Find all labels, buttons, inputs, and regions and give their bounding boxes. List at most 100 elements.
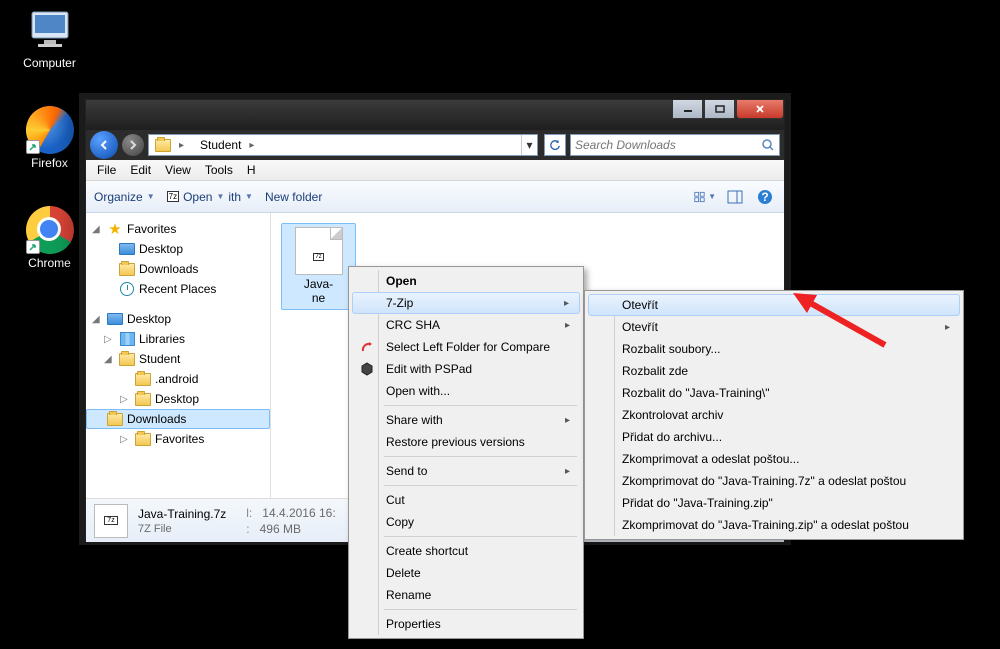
ctx-copy[interactable]: Copy (352, 511, 580, 533)
menu-help[interactable]: H (240, 161, 263, 179)
ctx-7zip[interactable]: 7-Zip▸ (352, 292, 580, 314)
preview-pane-button[interactable] (724, 186, 746, 208)
search-icon (761, 138, 775, 152)
ctx-send-to[interactable]: Send to▸ (352, 460, 580, 482)
menu-file[interactable]: File (90, 161, 123, 179)
details-date-label: l: (246, 506, 252, 520)
desktop-icon-chrome[interactable]: Chrome (12, 206, 87, 270)
nav-libraries[interactable]: ▷Libraries (86, 329, 270, 349)
sevenzip-file-icon: 7z (295, 227, 343, 275)
maximize-button[interactable] (704, 100, 735, 119)
ctx-share-with[interactable]: Share with▸ (352, 409, 580, 431)
ctx-delete[interactable]: Delete (352, 562, 580, 584)
breadcrumb[interactable]: ▸ Student▸ ▾ (148, 134, 538, 156)
ctx-7z-add-archive[interactable]: Přidat do archivu... (588, 426, 960, 448)
nav-desktop-root[interactable]: ◢Desktop (86, 309, 270, 329)
ctx-7z-open-as[interactable]: Otevřít▸ (588, 316, 960, 338)
nav-user-desktop[interactable]: ▷Desktop (86, 389, 270, 409)
nav-fav-recent[interactable]: Recent Places (86, 279, 270, 299)
chevron-right-icon: ▸ (175, 140, 188, 151)
organize-button[interactable]: Organize▼ (94, 190, 155, 204)
search-field[interactable] (575, 138, 757, 152)
view-mode-button[interactable]: ▼ (694, 186, 716, 208)
file-item-java-training[interactable]: 7z Java-ne (281, 223, 356, 310)
sevenzip-file-icon: 7z (94, 504, 128, 538)
submenu-arrow-icon: ▸ (565, 415, 570, 426)
ctx-select-left[interactable]: Select Left Folder for Compare (352, 336, 580, 358)
expand-icon[interactable]: ▷ (104, 334, 115, 345)
nav-fav-downloads[interactable]: Downloads (86, 259, 270, 279)
desktop-icon (119, 241, 135, 257)
nav-favorites[interactable]: ◢★Favorites (86, 219, 270, 239)
expand-icon[interactable]: ▷ (120, 434, 131, 445)
nav-user-favorites[interactable]: ▷Favorites (86, 429, 270, 449)
minimize-button[interactable] (672, 100, 703, 119)
details-filetype: 7Z File (138, 523, 226, 535)
ctx-pspad[interactable]: Edit with PSPad (352, 358, 580, 380)
firefox-icon (26, 106, 74, 154)
desktop-icon-firefox[interactable]: Firefox (12, 106, 87, 170)
ctx-restore[interactable]: Restore previous versions (352, 431, 580, 453)
help-button[interactable]: ? (754, 186, 776, 208)
new-folder-button[interactable]: New folder (265, 190, 322, 204)
breadcrumb-dropdown[interactable]: ▾ (521, 135, 537, 155)
open-button[interactable]: 7z Open▼ ith▼ (167, 190, 253, 204)
ctx-open-with[interactable]: Open with... (352, 380, 580, 402)
desktop-icon-computer[interactable]: Computer (12, 6, 87, 70)
expand-icon[interactable]: ▷ (120, 394, 131, 405)
breadcrumb-root[interactable]: ▸ (149, 135, 194, 155)
close-button[interactable] (736, 100, 784, 119)
collapse-icon[interactable]: ◢ (92, 314, 103, 325)
ctx-7z-test[interactable]: Zkontrolovat archiv (588, 404, 960, 426)
ctx-7z-extract-here[interactable]: Rozbalit zde (588, 360, 960, 382)
breadcrumb-segment[interactable]: Student▸ (194, 135, 264, 155)
details-size: 496 MB (260, 522, 301, 536)
ctx-properties[interactable]: Properties (352, 613, 580, 635)
shortcut-overlay-icon (26, 140, 40, 154)
toolbar: Organize▼ 7z Open▼ ith▼ New folder ▼ ? (86, 181, 784, 213)
nav-student[interactable]: ◢Student (86, 349, 270, 369)
ctx-cut[interactable]: Cut (352, 489, 580, 511)
breadcrumb-text: Student (200, 138, 241, 152)
ctx-7z-compress-email[interactable]: Zkomprimovat a odeslat poštou... (588, 448, 960, 470)
menu-tools[interactable]: Tools (198, 161, 240, 179)
collapse-icon[interactable]: ◢ (104, 354, 115, 365)
ctx-7z-extract-to[interactable]: Rozbalit do "Java-Training\" (588, 382, 960, 404)
titlebar[interactable] (86, 100, 784, 130)
ctx-create-shortcut[interactable]: Create shortcut (352, 540, 580, 562)
ctx-7z-open[interactable]: Otevřít (588, 294, 960, 316)
address-bar: ▸ Student▸ ▾ (86, 130, 784, 160)
ctx-crc[interactable]: CRC SHA▸ (352, 314, 580, 336)
forward-button[interactable] (122, 134, 144, 156)
submenu-arrow-icon: ▸ (565, 466, 570, 477)
ctx-rename[interactable]: Rename (352, 584, 580, 606)
chevron-down-icon: ▼ (245, 192, 253, 201)
folder-icon (119, 261, 135, 277)
ctx-7z-add-zip[interactable]: Přidat do "Java-Training.zip" (588, 492, 960, 514)
compare-icon (359, 339, 375, 355)
ctx-7z-extract-files[interactable]: Rozbalit soubory... (588, 338, 960, 360)
back-button[interactable] (90, 131, 118, 159)
chevron-down-icon: ▼ (708, 192, 716, 201)
search-input[interactable] (570, 134, 780, 156)
shortcut-overlay-icon (26, 240, 40, 254)
navigation-pane[interactable]: ◢★Favorites Desktop Downloads Recent Pla… (86, 213, 271, 498)
nav-android[interactable]: .android (86, 369, 270, 389)
ctx-7z-compress-7z-email[interactable]: Zkomprimovat do "Java-Training.7z" a ode… (588, 470, 960, 492)
nav-fav-desktop[interactable]: Desktop (86, 239, 270, 259)
nav-user-downloads[interactable]: Downloads (86, 409, 270, 429)
desktop-icon-label: Computer (12, 56, 87, 70)
submenu-arrow-icon: ▸ (565, 320, 570, 331)
folder-icon (135, 391, 151, 407)
ctx-open[interactable]: Open (352, 270, 580, 292)
menu-edit[interactable]: Edit (123, 161, 158, 179)
collapse-icon[interactable]: ◢ (92, 224, 103, 235)
libraries-icon (119, 331, 135, 347)
folder-icon (135, 431, 151, 447)
folder-icon (107, 411, 123, 427)
ctx-7z-compress-zip-email[interactable]: Zkomprimovat do "Java-Training.zip" a od… (588, 514, 960, 536)
menu-view[interactable]: View (158, 161, 198, 179)
folder-icon (135, 371, 151, 387)
chevron-down-icon: ▼ (216, 192, 224, 201)
refresh-button[interactable] (544, 134, 566, 156)
